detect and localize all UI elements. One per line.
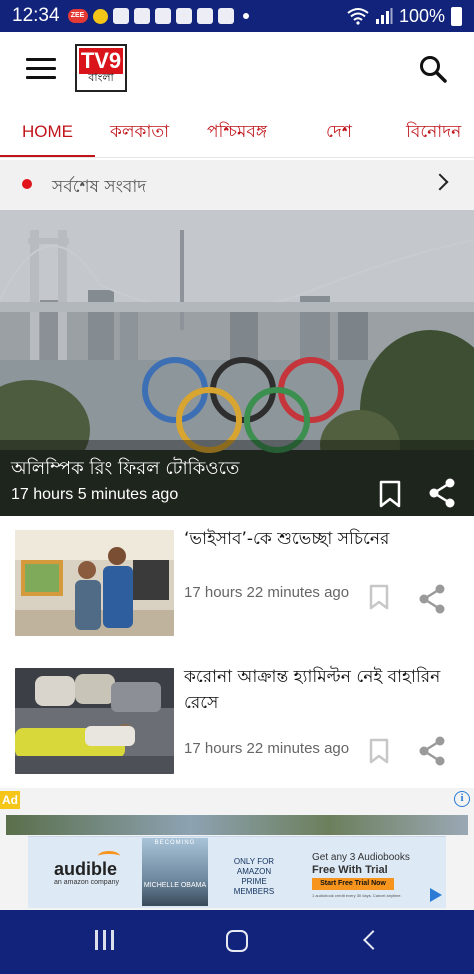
tab-country[interactable]: দেশ (326, 104, 352, 157)
search-icon[interactable] (418, 54, 448, 84)
app-bar: TV9 বাংলা (0, 32, 474, 104)
status-bar: 12:34 ZEE 100% (0, 0, 474, 32)
ad-label: Ad (0, 791, 20, 809)
adchoices-icon[interactable] (430, 888, 442, 902)
signal-icon (375, 8, 393, 24)
clock: 12:34 (12, 5, 60, 26)
recent-apps-icon[interactable] (95, 930, 115, 952)
offer-text: Get any 3 Audiobooks Free With Trial (312, 851, 410, 877)
battery-percent: 100% (398, 5, 445, 26)
share-icon[interactable] (428, 478, 456, 508)
tv9-bangla-logo[interactable]: TV9 বাংলা (75, 44, 127, 92)
live-dot-icon (22, 179, 32, 189)
offer-line-2: Free With Trial (312, 864, 388, 876)
tab-home[interactable]: HOME (0, 104, 95, 157)
news-headline[interactable]: ‘ভাইসাব’-কে শুভেচ্ছা সচিনের (184, 526, 464, 552)
shopping-bag-icon (217, 8, 234, 24)
ad-banner[interactable]: Ad i audible an amazon company BECOMING … (0, 788, 474, 910)
hero-timestamp: 17 hours 5 minutes ago (11, 486, 179, 503)
audible-ad[interactable]: audible an amazon company BECOMING MICHE… (28, 836, 446, 908)
share-icon[interactable] (418, 584, 446, 614)
back-icon[interactable] (363, 930, 383, 950)
more-notifications-icon (242, 13, 249, 19)
prime-text: ONLY FOR AMAZON PRIME MEMBERS (233, 857, 275, 896)
pacman-icon (92, 8, 108, 24)
wifi-icon (347, 8, 369, 25)
system-status: 100% (347, 6, 462, 27)
bookmark-icon[interactable] (368, 738, 390, 764)
tab-kolkata[interactable]: কলকাতা (110, 104, 169, 157)
app-notification-icon (154, 8, 171, 24)
latest-news-label: সর্বশেষ সংবাদ (52, 177, 147, 197)
battery-icon (451, 6, 462, 26)
bookmark-icon[interactable] (378, 480, 402, 508)
zee-icon: ZEE (67, 9, 88, 23)
tab-entertainment[interactable]: বিনোদন (406, 104, 461, 157)
news-timestamp: 17 hours 22 minutes ago (184, 584, 350, 601)
chevron-right-icon[interactable] (431, 173, 449, 191)
book-cover-image: BECOMING MICHELLE OBAMA (142, 838, 208, 906)
ad-cta-button[interactable]: Start Free Trial Now (312, 878, 394, 890)
hamburger-icon[interactable] (26, 58, 56, 80)
news-thumbnail[interactable] (15, 668, 174, 774)
home-icon[interactable] (226, 930, 248, 952)
ad-fine-print: 1 audiobook credit every 30 days. Cancel… (312, 893, 402, 898)
paytm-icon (175, 8, 192, 24)
offer-line-1: Get any 3 Audiobooks (312, 852, 410, 863)
info-icon[interactable]: i (454, 791, 470, 807)
list-item[interactable]: ‘ভাইসাব’-কে শুভেচ্ছা সচিনের 17 hours 22 … (0, 516, 474, 656)
book-author: MICHELLE OBAMA (143, 882, 207, 889)
tab-west-bengal[interactable]: পশ্চিমবঙ্গ (207, 104, 267, 157)
system-nav-bar (0, 910, 474, 974)
ad-brand: audible (54, 859, 118, 879)
hero-story[interactable]: অলিম্পিক রিং ফিরল টোকিওতে 17 hours 5 min… (0, 210, 474, 516)
facebook-icon (112, 8, 129, 24)
category-tabs: HOME কলকাতা পশ্চিমবঙ্গ দেশ বিনোদন (0, 104, 474, 158)
share-icon[interactable] (418, 736, 446, 766)
news-timestamp: 17 hours 22 minutes ago (184, 740, 350, 757)
facebook-icon (133, 8, 150, 24)
logo-subtext: বাংলা (88, 71, 114, 84)
ad-background-image (6, 815, 468, 835)
notification-icons: ZEE (67, 8, 249, 24)
news-headline[interactable]: করোনা আক্রান্ত হ্যামিল্টন নেই বাহারিন রে… (184, 664, 464, 716)
bookmark-icon[interactable] (368, 584, 390, 610)
book-title: BECOMING (154, 840, 196, 846)
hero-headline[interactable]: অলিম্পিক রিং ফিরল টোকিওতে (11, 454, 239, 485)
ad-brand-sub: an amazon company (54, 879, 119, 886)
news-thumbnail[interactable] (15, 530, 174, 636)
list-item[interactable]: করোনা আক্রান্ত হ্যামিল্টন নেই বাহারিন রে… (0, 654, 474, 794)
latest-news-bar[interactable]: সর্বশেষ সংবাদ (0, 160, 474, 210)
shopping-bag-icon (196, 8, 213, 24)
